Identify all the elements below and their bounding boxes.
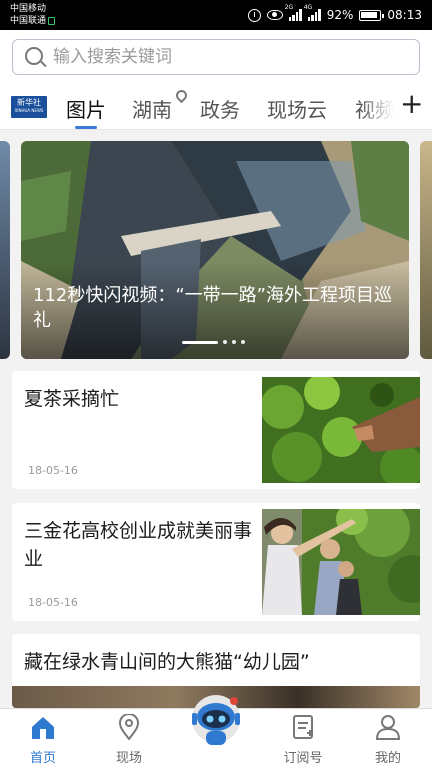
status-icons: 2G 4G 92% 08:13 xyxy=(247,4,422,23)
news-card[interactable]: 夏茶采摘忙 18-05-16 xyxy=(12,371,420,489)
carousel-slide[interactable]: 112秒快闪视频：“一带一路”海外工程项目巡礼 xyxy=(21,141,409,359)
signal-icon: 2G xyxy=(285,4,302,21)
news-card[interactable]: 三金花高校创业成就美丽事业 18-05-16 xyxy=(12,503,420,621)
location-pin-icon xyxy=(173,87,190,104)
home-icon xyxy=(32,717,54,739)
carousel-dot xyxy=(232,340,236,344)
battery-percent: 92% xyxy=(326,8,354,22)
battery-icon xyxy=(359,9,385,21)
nav-home-label: 首页 xyxy=(29,751,56,766)
network-type-2: 4G xyxy=(303,4,313,11)
signal-icon-2: 4G xyxy=(304,4,321,21)
nav-home[interactable]: 首页 xyxy=(8,709,78,768)
search-input[interactable] xyxy=(53,45,393,69)
nav-subscriptions[interactable]: 订阅号 xyxy=(268,709,338,768)
tab-hunan[interactable]: 湖南 xyxy=(132,94,172,123)
subscribe-icon xyxy=(293,715,313,739)
carrier-2: 中国联通 xyxy=(10,16,47,26)
carousel-prev-peek[interactable] xyxy=(0,141,10,359)
network-type-1: 2G xyxy=(284,4,294,11)
bottom-nav: 首页 现场 订阅号 我的 xyxy=(0,695,432,768)
clock: 08:13 xyxy=(387,8,422,22)
carousel-dots xyxy=(182,340,245,344)
news-date: 18-05-16 xyxy=(28,596,78,609)
nav-subscriptions-label: 订阅号 xyxy=(283,751,323,766)
nav-live[interactable]: 现场 xyxy=(94,709,164,768)
logo-text: 新华社 xyxy=(17,98,41,107)
location-icon xyxy=(118,714,140,740)
profile-icon xyxy=(375,715,401,740)
news-date: 18-05-16 xyxy=(28,464,78,477)
status-bar: 中国移动 中国联通 2G 4G 92% 08:13 xyxy=(0,0,432,30)
carousel-dot-active xyxy=(182,340,218,344)
eye-icon xyxy=(266,10,283,20)
vpn-lock-icon xyxy=(48,16,56,25)
logo-subtext: XINHUA NEWS xyxy=(14,108,44,113)
entrepreneurs-photo[interactable] xyxy=(262,509,420,615)
tea-picking-photo[interactable] xyxy=(262,377,420,483)
add-channel-button[interactable]: + xyxy=(400,89,423,119)
nav-profile-label: 我的 xyxy=(374,751,401,766)
photo-carousel[interactable]: 112秒快闪视频：“一带一路”海外工程项目巡礼 xyxy=(0,131,432,367)
news-title[interactable]: 夏茶采摘忙 xyxy=(24,385,254,413)
alarm-icon xyxy=(247,8,261,22)
xinhua-logo: 新华社 XINHUA NEWS xyxy=(11,96,47,118)
active-tab-indicator xyxy=(75,126,97,129)
tab-pictures[interactable]: 图片 xyxy=(66,94,106,123)
slide-title[interactable]: 112秒快闪视频：“一带一路”海外工程项目巡礼 xyxy=(33,283,403,333)
carrier-1: 中国移动 xyxy=(10,4,47,14)
tab-live-cloud[interactable]: 现场云 xyxy=(267,94,327,123)
carousel-next-peek[interactable] xyxy=(420,141,432,359)
search-icon[interactable] xyxy=(25,47,43,65)
carrier-info: 中国移动 中国联通 xyxy=(10,3,56,27)
news-title[interactable]: 三金花高校创业成就美丽事业 xyxy=(24,517,254,573)
nav-live-label: 现场 xyxy=(115,751,142,766)
tab-government[interactable]: 政务 xyxy=(200,94,240,123)
robot-assistant-icon[interactable] xyxy=(188,693,244,757)
carousel-dot xyxy=(241,340,245,344)
search-box[interactable] xyxy=(12,39,420,75)
search-area xyxy=(0,30,432,82)
nav-profile[interactable]: 我的 xyxy=(353,709,423,768)
carousel-dot xyxy=(223,340,227,344)
channel-tabs: 新华社 XINHUA NEWS 图片 湖南 政务 现场云 视频 + xyxy=(0,82,432,130)
news-title[interactable]: 藏在绿水青山间的大熊猫“幼儿园” xyxy=(24,648,414,676)
tabs-fade xyxy=(360,82,402,129)
